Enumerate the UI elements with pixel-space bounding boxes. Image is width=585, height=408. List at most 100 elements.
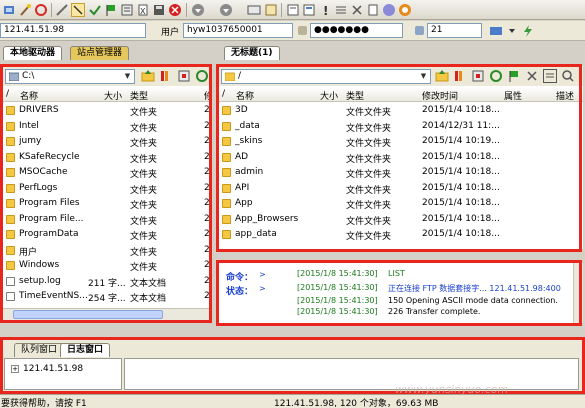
stop-icon[interactable]: [168, 3, 182, 17]
user-field[interactable]: hyw1037650001: [183, 23, 293, 38]
queue-icon[interactable]: [302, 3, 316, 17]
file-type: 文件文件夹: [346, 154, 392, 165]
search-icon[interactable]: [561, 69, 575, 83]
stop-small-icon[interactable]: [177, 69, 191, 83]
table-row[interactable]: app_data 文件文件夹 2015/1/4 10:18...: [219, 227, 583, 243]
user-label: 用户: [161, 28, 180, 38]
table-row[interactable]: MSOCache 文件夹 2: [3, 165, 209, 181]
refresh-icon[interactable]: [195, 69, 209, 83]
back-icon[interactable]: [191, 3, 205, 17]
col-type[interactable]: 类型: [130, 89, 148, 102]
alert-icon[interactable]: !: [318, 3, 332, 18]
chevron-down-icon[interactable]: ▼: [122, 71, 133, 82]
expand-icon[interactable]: +: [11, 365, 19, 373]
local-hscroll[interactable]: [3, 308, 209, 320]
table-row[interactable]: 3D 文件文件夹 2015/1/4 10:18...: [219, 103, 583, 119]
file-type: 文件文件夹: [346, 201, 392, 211]
file-name: DRIVERS: [19, 105, 59, 115]
file-date: 2: [204, 275, 209, 286]
tree-host-item[interactable]: 121.41.51.98: [23, 364, 83, 374]
view-icon[interactable]: [543, 69, 557, 83]
flag-icon[interactable]: [104, 3, 118, 17]
wizard-icon[interactable]: [18, 3, 32, 17]
table-row[interactable]: admin 文件文件夹 2015/1/4 10:18...: [219, 165, 583, 181]
chevron-down-icon[interactable]: ▼: [418, 71, 429, 82]
table-row[interactable]: Program Files 文件夹 2: [3, 196, 209, 212]
disconnect-icon[interactable]: [55, 3, 69, 17]
delete-doc-icon[interactable]: X: [136, 3, 150, 17]
col-name[interactable]: 名称: [20, 89, 38, 102]
log-vscroll[interactable]: [573, 263, 583, 323]
file-date: 2: [204, 105, 209, 115]
col-modified[interactable]: 修: [204, 89, 209, 102]
table-row[interactable]: ProgramData 文件夹 2: [3, 227, 209, 243]
tab-queue-window[interactable]: 队列窗口: [14, 343, 65, 357]
close-icon[interactable]: [350, 3, 364, 17]
remote-path-combo[interactable]: / ▼: [221, 69, 431, 84]
forward-icon[interactable]: [219, 3, 233, 17]
key-icon: [298, 26, 307, 35]
tab-local-drives[interactable]: 本地驱动器: [3, 46, 63, 60]
col-size[interactable]: 大小: [320, 89, 338, 102]
local-hscroll-thumb[interactable]: [13, 310, 163, 319]
col-modified[interactable]: 修改时间: [422, 89, 458, 102]
table-row[interactable]: PerfLogs 文件夹 2: [3, 181, 209, 197]
table-row[interactable]: App_Browsers 文件文件夹 2015/1/4 10:18...: [219, 212, 583, 228]
table-row[interactable]: Intel 文件夹 2: [3, 119, 209, 135]
tree-icon[interactable]: [120, 3, 134, 17]
tab-site-manager[interactable]: 站点管理器: [70, 46, 130, 60]
heart-icon[interactable]: [398, 3, 412, 17]
books-icon[interactable]: [159, 69, 173, 83]
list-icon[interactable]: [334, 3, 348, 17]
table-row[interactable]: AD 文件文件夹 2015/1/4 10:18...: [219, 150, 583, 166]
connect-icon[interactable]: [2, 3, 16, 17]
sites-icon[interactable]: [247, 3, 261, 17]
reconnect-icon[interactable]: [34, 3, 48, 17]
transfer-icon[interactable]: [71, 3, 85, 17]
save-icon[interactable]: [152, 3, 166, 17]
stop-small-icon[interactable]: [471, 69, 485, 83]
file-name: KSafeRecycle: [19, 151, 80, 162]
table-row[interactable]: _skins 文件文件夹 2015/1/4 10:19...: [219, 134, 583, 150]
books-icon[interactable]: [453, 69, 467, 83]
table-row[interactable]: Program File... 文件夹 2: [3, 212, 209, 228]
delete-icon[interactable]: [525, 69, 539, 83]
file-date: 2014/12/31 11:...: [422, 120, 500, 131]
col-name[interactable]: 名称: [236, 89, 254, 102]
clipboard-icon[interactable]: [366, 3, 380, 17]
table-row[interactable]: jumy 文件夹 2: [3, 134, 209, 150]
table-row[interactable]: API 文件文件夹 2015/1/4 10:18...: [219, 181, 583, 197]
flag-icon[interactable]: [507, 69, 521, 83]
port-field[interactable]: 21: [427, 23, 482, 38]
table-row[interactable]: TimeEventNS... 254 字... 文本文档 2: [3, 289, 209, 305]
log-pane: 命令： > 状态： > [2015/1/8 15:41:30] LIST [2015…: [219, 263, 583, 323]
connect-go-icon[interactable]: [489, 24, 503, 38]
bookmark-icon[interactable]: [264, 3, 278, 17]
tab-log-window[interactable]: 日志窗口: [60, 343, 111, 357]
table-row[interactable]: DRIVERS 文件夹 2: [3, 103, 209, 119]
table-row[interactable]: Windows 文件夹 2: [3, 258, 209, 274]
refresh-icon[interactable]: [489, 69, 503, 83]
file-date: 2015/1/4 10:18...: [422, 167, 500, 177]
col-attributes[interactable]: 属性: [504, 89, 522, 102]
table-row[interactable]: 用户 文件夹 2: [3, 243, 209, 259]
password-field[interactable]: ●●●●●●●: [310, 23, 403, 38]
table-row[interactable]: App 文件文件夹 2015/1/4 10:18...: [219, 196, 583, 212]
col-size[interactable]: 大小: [104, 89, 122, 102]
check-icon[interactable]: [88, 3, 102, 17]
up-folder-icon[interactable]: [435, 69, 449, 83]
col-description[interactable]: 描述: [556, 89, 574, 102]
table-row[interactable]: _data 文件文件夹 2014/12/31 11:...: [219, 119, 583, 135]
col-type[interactable]: 类型: [346, 89, 364, 102]
host-field[interactable]: 121.41.51.98: [0, 23, 146, 38]
log-icon[interactable]: [286, 3, 300, 17]
up-folder-icon[interactable]: [141, 69, 155, 83]
table-row[interactable]: KSafeRecycle 文件夹 2: [3, 150, 209, 166]
host-value: 121.41.51.98: [4, 25, 65, 35]
table-row[interactable]: setup.log 211 字... 文本文档 2: [3, 274, 209, 290]
flash-icon[interactable]: [521, 24, 535, 38]
tab-untitled[interactable]: 无标题(1): [224, 46, 280, 60]
globe-icon[interactable]: [382, 3, 396, 17]
dropdown-icon[interactable]: [505, 24, 519, 38]
local-path-combo[interactable]: C:\ ▼: [5, 69, 135, 84]
